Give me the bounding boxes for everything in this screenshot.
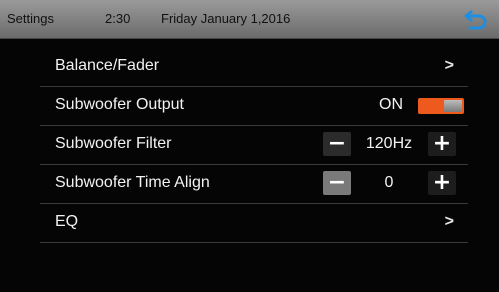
balance-fader-label: Balance/Fader [55, 57, 160, 74]
subwoofer-filter-label: Subwoofer Filter [55, 135, 172, 152]
back-arrow-icon [464, 10, 487, 30]
subwoofer-output-toggle[interactable] [418, 98, 464, 114]
date-label: Friday January 1,2016 [161, 11, 291, 26]
filter-value: 120Hz [365, 135, 413, 152]
eq-label: EQ [55, 213, 79, 230]
page-title: Settings [7, 11, 54, 26]
time-align-increase-button[interactable]: + [428, 171, 456, 195]
subwoofer-output-state: ON [379, 96, 403, 113]
subwoofer-time-align-label: Subwoofer Time Align [55, 174, 210, 191]
toggle-knob [444, 100, 462, 112]
time-align-decrease-button[interactable]: − [323, 171, 351, 195]
status-bar: Settings 2:30 Friday January 1,2016 [0, 0, 499, 39]
subwoofer-filter-row: Subwoofer Filter − 120Hz + [40, 126, 468, 165]
clock: 2:30 [105, 11, 131, 26]
filter-increase-button[interactable]: + [428, 132, 456, 156]
subwoofer-output-row: Subwoofer Output ON [40, 87, 468, 126]
balance-fader-row[interactable]: Balance/Fader > [40, 48, 468, 87]
subwoofer-time-align-row: Subwoofer Time Align − 0 + [40, 165, 468, 204]
eq-row[interactable]: EQ > [40, 204, 468, 243]
back-button[interactable] [463, 6, 489, 32]
chevron-right-icon: > [444, 57, 454, 74]
subwoofer-output-label: Subwoofer Output [55, 96, 184, 113]
chevron-right-icon: > [444, 213, 454, 230]
filter-decrease-button[interactable]: − [323, 132, 351, 156]
time-align-value: 0 [384, 174, 394, 191]
